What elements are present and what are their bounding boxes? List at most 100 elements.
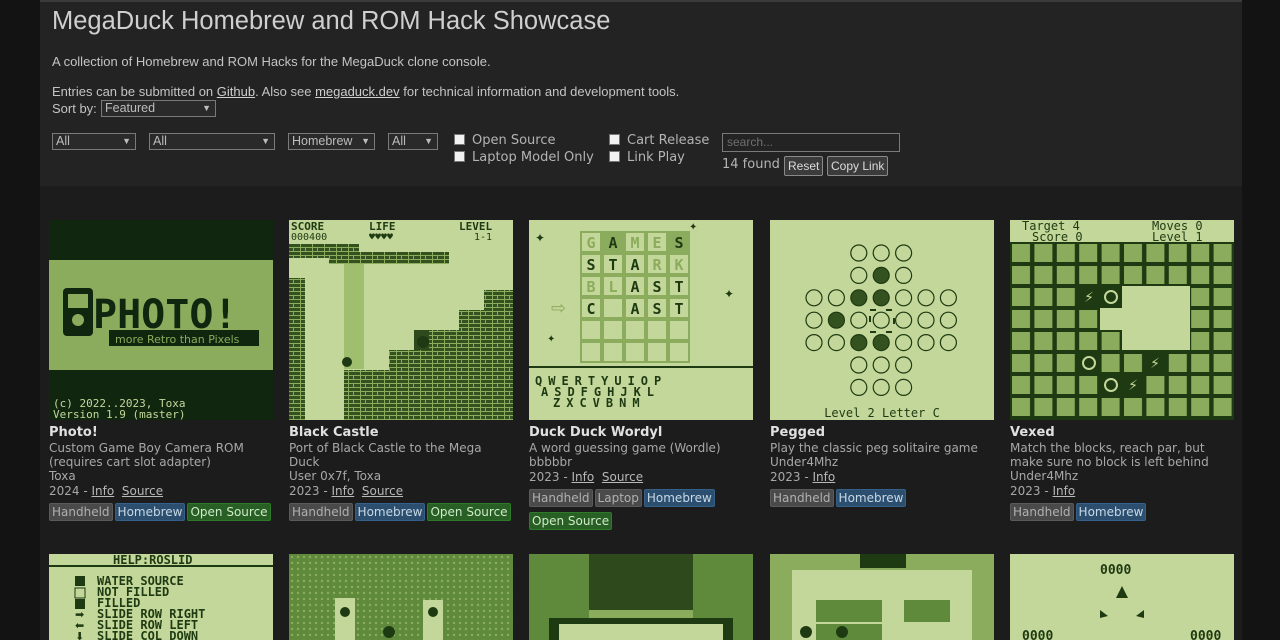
vexed-score: Score 0 xyxy=(1032,230,1083,244)
game-meta: 2023 - Info xyxy=(770,470,994,484)
entries-prefix: Entries can be submitted on xyxy=(52,84,217,99)
score-left: 0000 xyxy=(1022,629,1053,640)
svg-text:⚡: ⚡ xyxy=(1128,378,1138,394)
game-title[interactable]: Duck Duck Wordyl xyxy=(529,425,662,440)
filter-select-2[interactable]: All ▼ xyxy=(149,133,275,150)
game-year: 2024 - xyxy=(49,484,92,498)
svg-text:C: C xyxy=(586,300,595,318)
svg-text:✦: ✦ xyxy=(535,231,545,245)
tag-homebrew: Homebrew xyxy=(114,503,186,521)
game-title[interactable]: Vexed xyxy=(1010,425,1055,440)
info-link[interactable]: Info xyxy=(92,484,115,498)
photo-tagline: more Retro than Pixels xyxy=(115,333,240,346)
filter-select-1-value: All xyxy=(56,134,70,148)
source-link[interactable]: Source xyxy=(122,484,163,498)
search-input[interactable]: search... xyxy=(722,133,900,152)
photo-version: Version 1.9 (master) xyxy=(53,408,185,420)
filter-select-2-value: All xyxy=(153,134,167,148)
tag-list: Handheld Laptop Homebrew Open Source xyxy=(529,489,753,535)
info-link[interactable]: Info xyxy=(572,470,595,484)
filter-select-3[interactable]: Homebrew ▼ xyxy=(288,133,375,150)
tag-homebrew: Homebrew xyxy=(1075,503,1147,521)
laptop-only-label: Laptop Model Only xyxy=(472,150,594,165)
reset-button[interactable]: Reset xyxy=(784,156,824,176)
megaduck-dev-link[interactable]: megaduck.dev xyxy=(315,84,400,99)
laptop-only-checkbox[interactable]: Laptop Model Only xyxy=(454,150,594,165)
pegged-status: Level 2 Letter C xyxy=(824,406,940,420)
game-description: Match the blocks, reach par, but make su… xyxy=(1010,441,1209,469)
game-title[interactable]: Black Castle xyxy=(289,425,379,440)
header: MegaDuck Homebrew and ROM Hack Showcase … xyxy=(40,2,1242,186)
hud-score: 000400 xyxy=(291,232,327,243)
open-source-checkbox[interactable]: Open Source xyxy=(454,133,556,148)
entries-suffix: for technical information and developmen… xyxy=(399,84,680,99)
results-count: 14 found xyxy=(722,157,780,172)
svg-text:✦: ✦ xyxy=(724,287,734,301)
svg-text:L: L xyxy=(608,278,617,296)
game-screenshot[interactable]: PHOTO! more Retro than Pixels (c) 2022..… xyxy=(49,220,273,420)
score-top: 0000 xyxy=(1100,563,1131,578)
filter-select-3-value: Homebrew xyxy=(292,134,353,148)
info-link[interactable]: Info xyxy=(813,470,836,484)
peg xyxy=(872,289,890,307)
game-title[interactable]: Photo! xyxy=(49,425,98,440)
checkbox-box[interactable] xyxy=(454,134,465,145)
help-screenshot-art: HELP:ROSLID WATER SOURCE NOT FILLED FILL… xyxy=(49,554,273,640)
game-screenshot[interactable]: ⚡ ⚡ ⚡ Target 4 Moves 0 Score 0 Level 1 xyxy=(1010,220,1234,420)
checkbox-box[interactable] xyxy=(454,151,465,162)
peg xyxy=(850,333,868,352)
chevron-down-icon: ▼ xyxy=(202,103,211,113)
game-meta: 2023 - Info Source xyxy=(289,484,513,498)
svg-text:T: T xyxy=(674,300,683,318)
vexed-level: Level 1 xyxy=(1152,230,1203,244)
filter-select-1[interactable]: All ▼ xyxy=(52,133,136,150)
svg-text:S: S xyxy=(652,300,661,318)
svg-text:⇨: ⇨ xyxy=(551,298,566,319)
game-screenshot[interactable] xyxy=(289,554,513,640)
checkbox-box[interactable] xyxy=(609,134,620,145)
copy-link-button[interactable]: Copy Link xyxy=(827,156,889,176)
game-screenshot[interactable]: SCORE LIFE LEVEL 000400 ♥♥♥♥ 1-1 xyxy=(289,220,513,420)
sort-select[interactable]: Featured ▼ xyxy=(101,100,216,117)
open-source-label: Open Source xyxy=(472,133,556,148)
tag-handheld: Handheld xyxy=(289,503,353,521)
tag-laptop: Laptop xyxy=(594,489,642,507)
game-screenshot[interactable]: Level 2 Letter C xyxy=(770,220,994,420)
game-screenshot[interactable]: GAMES STARK BLAST CAST ⇨ ✦ ✦ ✦ ✦ QWERTYU… xyxy=(529,220,753,420)
tag-open-source: Open Source xyxy=(427,503,511,521)
game-screenshot[interactable] xyxy=(770,554,994,640)
svg-text:K: K xyxy=(674,256,683,274)
keyboard-row-3: ZXCVBNM xyxy=(553,396,646,410)
game-screenshot[interactable]: 0000 0000 0000 xyxy=(1010,554,1234,640)
game-title[interactable]: Pegged xyxy=(770,425,825,440)
tag-homebrew: Homebrew xyxy=(835,489,907,507)
checkbox-box[interactable] xyxy=(609,151,620,162)
black-castle-screenshot-art: SCORE LIFE LEVEL 000400 ♥♥♥♥ 1-1 xyxy=(289,220,513,420)
game-description: A word guessing game (Wordle) xyxy=(529,441,721,455)
filter-select-4[interactable]: All ▼ xyxy=(388,133,438,150)
cart-release-label: Cart Release xyxy=(627,133,710,148)
sort-row: Sort by: xyxy=(52,101,97,116)
github-link[interactable]: Github xyxy=(217,84,255,99)
peg xyxy=(850,289,868,307)
chevron-down-icon: ▼ xyxy=(361,136,370,146)
page-title: MegaDuck Homebrew and ROM Hack Showcase xyxy=(52,7,611,35)
game-meta: 2024 - Info Source xyxy=(49,484,273,498)
source-link[interactable]: Source xyxy=(362,484,403,498)
svg-text:⚡: ⚡ xyxy=(1084,290,1094,306)
game-details: Play the classic peg solitaire game Unde… xyxy=(770,441,994,512)
help-line: SLIDE COL DOWN xyxy=(97,629,198,640)
svg-text:S: S xyxy=(674,234,683,252)
game-year: 2023 - xyxy=(770,470,813,484)
game-meta: 2023 - Info Source xyxy=(529,470,753,484)
chevron-down-icon: ▼ xyxy=(424,136,433,146)
info-link[interactable]: Info xyxy=(1053,484,1076,498)
game-screenshot[interactable] xyxy=(529,554,753,640)
link-play-checkbox[interactable]: Link Play xyxy=(609,150,685,165)
tag-homebrew: Homebrew xyxy=(354,503,426,521)
svg-text:A: A xyxy=(630,278,639,296)
cart-release-checkbox[interactable]: Cart Release xyxy=(609,133,709,148)
info-link[interactable]: Info xyxy=(332,484,355,498)
game-screenshot[interactable]: HELP:ROSLID WATER SOURCE NOT FILLED FILL… xyxy=(49,554,273,640)
source-link[interactable]: Source xyxy=(602,470,643,484)
